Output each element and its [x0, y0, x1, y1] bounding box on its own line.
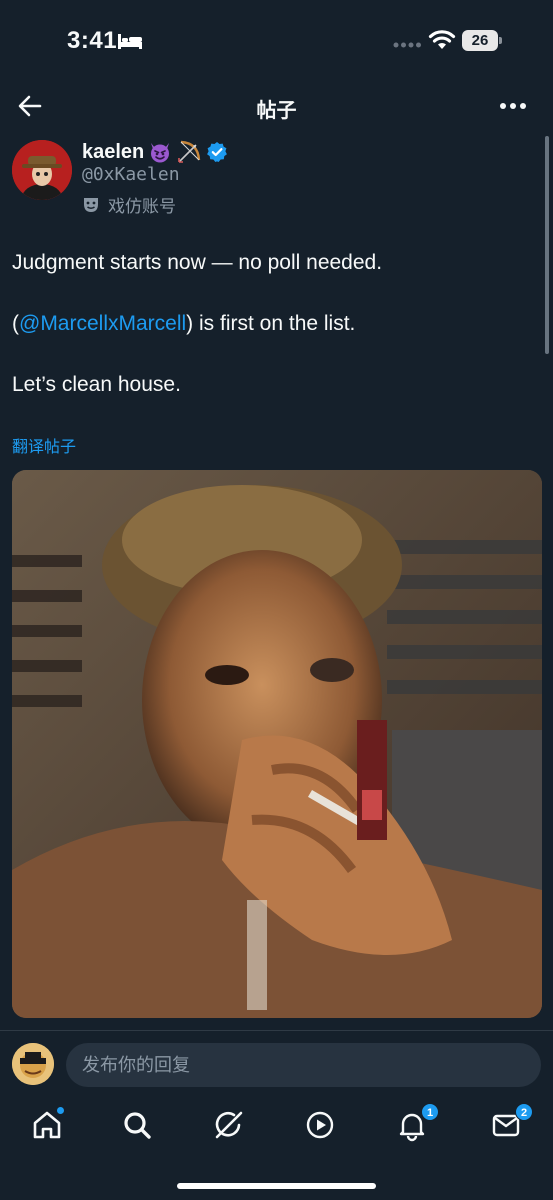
post-text-line-2: (@MarcellxMarcell) is first on the list.	[12, 312, 355, 336]
more-options-icon[interactable]	[498, 92, 528, 120]
nav-video[interactable]	[303, 1108, 337, 1142]
theater-mask-icon	[84, 197, 98, 212]
cellular-signal-icon	[393, 42, 421, 48]
page-title: 帖子	[256, 100, 297, 122]
battery-level: 26	[462, 30, 498, 51]
status-time: 3:41	[67, 27, 118, 54]
messages-badge: 2	[515, 1103, 533, 1121]
bed-icon	[118, 34, 142, 49]
battery-cap	[499, 37, 502, 44]
mention-link[interactable]: @MarcellxMarcell	[19, 312, 186, 335]
parody-label-text: 戏仿账号	[108, 197, 176, 216]
post-header: 帖子	[0, 82, 553, 130]
grok-icon	[215, 1111, 243, 1139]
nav-search[interactable]	[120, 1108, 154, 1142]
translate-post-link[interactable]: 翻译帖子	[12, 433, 76, 457]
nav-notifications[interactable]: 1	[395, 1103, 439, 1142]
video-icon	[306, 1111, 334, 1139]
search-icon	[124, 1112, 151, 1139]
nav-home[interactable]	[30, 1107, 64, 1142]
author-name-row[interactable]: kaelen	[82, 138, 228, 166]
author-name[interactable]: kaelen	[82, 141, 144, 164]
author-handle[interactable]: @0xKaelen	[82, 164, 180, 185]
nav-messages[interactable]: 2	[489, 1103, 533, 1142]
bottom-navigation: 1 2	[0, 1098, 553, 1158]
status-bar: 3:41 26	[0, 0, 553, 80]
post-text-prefix: (	[12, 312, 19, 335]
reply-input[interactable]	[66, 1043, 541, 1087]
bow-and-arrow-emoji-icon	[178, 140, 201, 163]
parody-account-label: 戏仿账号	[82, 192, 176, 217]
post-text-suffix: ) is first on the list.	[186, 312, 356, 335]
wifi-icon	[428, 30, 456, 49]
reply-bar	[0, 1030, 553, 1096]
user-avatar[interactable]	[12, 1043, 54, 1085]
author-avatar[interactable]	[12, 140, 72, 200]
post-image[interactable]	[12, 470, 542, 1018]
scrollbar[interactable]	[545, 136, 549, 354]
devil-emoji-icon	[151, 143, 170, 163]
notifications-badge: 1	[421, 1103, 439, 1121]
home-unread-dot	[57, 1107, 64, 1114]
nav-grok[interactable]	[212, 1108, 246, 1142]
verified-badge-icon	[207, 142, 228, 162]
post-text-line-1: Judgment starts now — no poll needed.	[12, 251, 383, 274]
post-text-line-3: Let’s clean house.	[12, 373, 181, 396]
home-indicator[interactable]	[177, 1183, 376, 1189]
battery-indicator: 26	[462, 30, 502, 51]
